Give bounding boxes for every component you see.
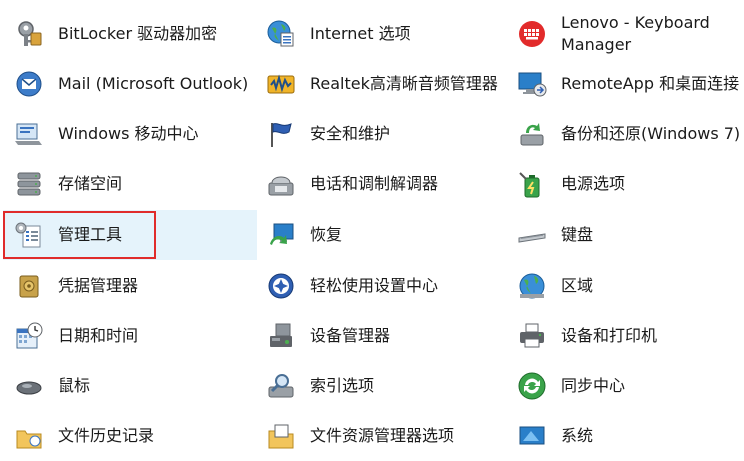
- item-label: Windows 移动中心: [58, 124, 199, 143]
- mobility-center-icon: [14, 119, 44, 149]
- power-options-icon: [517, 169, 547, 199]
- item-label: 文件资源管理器选项: [310, 426, 455, 445]
- item-explorer-options[interactable]: 文件资源管理器选项: [266, 411, 506, 461]
- item-realtek-audio[interactable]: Realtek高清晰音频管理器: [266, 59, 506, 109]
- storage-spaces-icon: [14, 169, 44, 199]
- item-keyboard[interactable]: 键盘: [517, 210, 742, 260]
- security-flag-icon: [266, 119, 296, 149]
- item-label: 日期和时间: [58, 326, 139, 345]
- backup-restore-icon: [517, 119, 547, 149]
- item-label: 同步中心: [561, 376, 626, 395]
- item-credential-manager[interactable]: 凭据管理器: [14, 261, 254, 311]
- item-devices-printers[interactable]: 设备和打印机: [517, 311, 742, 361]
- printer-icon: [517, 321, 547, 351]
- remoteapp-icon: [517, 69, 547, 99]
- item-label: BitLocker 驱动器加密: [58, 24, 218, 43]
- admin-tools-icon: [14, 220, 44, 250]
- item-internet-options[interactable]: Internet 选项: [266, 9, 506, 59]
- item-phone-modem[interactable]: 电话和调制解调器: [266, 159, 506, 209]
- item-mail[interactable]: Mail (Microsoft Outlook): [14, 59, 254, 109]
- item-remoteapp[interactable]: RemoteApp 和桌面连接: [517, 59, 742, 109]
- item-label: 安全和维护: [310, 124, 391, 143]
- item-label: 轻松使用设置中心: [310, 276, 439, 295]
- item-label: 索引选项: [310, 376, 375, 395]
- item-label: Internet 选项: [310, 24, 411, 43]
- item-label: 键盘: [561, 225, 594, 244]
- system-icon: [517, 421, 547, 451]
- keyboard-manager-icon: [517, 19, 547, 49]
- item-keyboard-manager[interactable]: Lenovo - Keyboard Manager: [517, 9, 742, 59]
- item-sync-center[interactable]: 同步中心: [517, 361, 742, 411]
- ease-of-access-icon: [266, 271, 296, 301]
- mouse-icon: [14, 371, 44, 401]
- item-label: 设备管理器: [310, 326, 391, 345]
- phone-modem-icon: [266, 169, 296, 199]
- region-globe-icon: [517, 271, 547, 301]
- item-label: Mail (Microsoft Outlook): [58, 74, 249, 93]
- item-indexing-options[interactable]: 索引选项: [266, 361, 506, 411]
- device-manager-icon: [266, 321, 296, 351]
- mail-icon: [14, 69, 44, 99]
- item-mouse[interactable]: 鼠标: [14, 361, 254, 411]
- recovery-icon: [266, 220, 296, 250]
- item-bitlocker[interactable]: BitLocker 驱动器加密: [14, 9, 254, 59]
- item-label: 系统: [561, 426, 594, 445]
- item-label: Realtek高清晰音频管理器: [310, 74, 498, 93]
- control-panel-grid: BitLocker 驱动器加密 Mail (Microsoft Outlook)…: [0, 0, 744, 449]
- item-file-history[interactable]: 文件历史记录: [14, 411, 254, 461]
- item-label: 电话和调制解调器: [310, 174, 439, 193]
- item-label: 区域: [561, 276, 594, 295]
- explorer-options-icon: [266, 421, 296, 451]
- item-backup-restore[interactable]: 备份和还原(Windows 7): [517, 109, 742, 159]
- item-label: 存储空间: [58, 174, 123, 193]
- item-date-time[interactable]: 日期和时间: [14, 311, 254, 361]
- item-label: 电源选项: [561, 174, 626, 193]
- item-label: 设备和打印机: [561, 326, 658, 345]
- item-admin-tools[interactable]: 管理工具: [3, 210, 257, 260]
- item-region[interactable]: 区域: [517, 261, 742, 311]
- item-recovery[interactable]: 恢复: [266, 210, 506, 260]
- item-ease-of-access[interactable]: 轻松使用设置中心: [266, 261, 506, 311]
- item-system[interactable]: 系统: [517, 411, 742, 461]
- sync-center-icon: [517, 371, 547, 401]
- item-label: 凭据管理器: [58, 276, 139, 295]
- realtek-audio-icon: [266, 69, 296, 99]
- item-label: RemoteApp 和桌面连接: [561, 74, 740, 93]
- item-label: 备份和还原(Windows 7): [561, 124, 741, 143]
- item-security-maintenance[interactable]: 安全和维护: [266, 109, 506, 159]
- item-label: 文件历史记录: [58, 426, 155, 445]
- file-history-icon: [14, 421, 44, 451]
- item-label: 鼠标: [58, 376, 91, 395]
- item-storage-spaces[interactable]: 存储空间: [14, 159, 254, 209]
- item-label: 恢复: [310, 225, 343, 244]
- indexing-icon: [266, 371, 296, 401]
- internet-options-icon: [266, 19, 296, 49]
- credential-manager-icon: [14, 271, 44, 301]
- item-device-manager[interactable]: 设备管理器: [266, 311, 506, 361]
- item-label: Lenovo - Keyboard Manager: [561, 13, 710, 54]
- bitlocker-key-icon: [14, 19, 44, 49]
- item-power-options[interactable]: 电源选项: [517, 159, 742, 209]
- date-time-icon: [14, 321, 44, 351]
- item-mobility-center[interactable]: Windows 移动中心: [14, 109, 254, 159]
- keyboard-icon: [517, 220, 547, 250]
- item-label: 管理工具: [58, 225, 123, 244]
